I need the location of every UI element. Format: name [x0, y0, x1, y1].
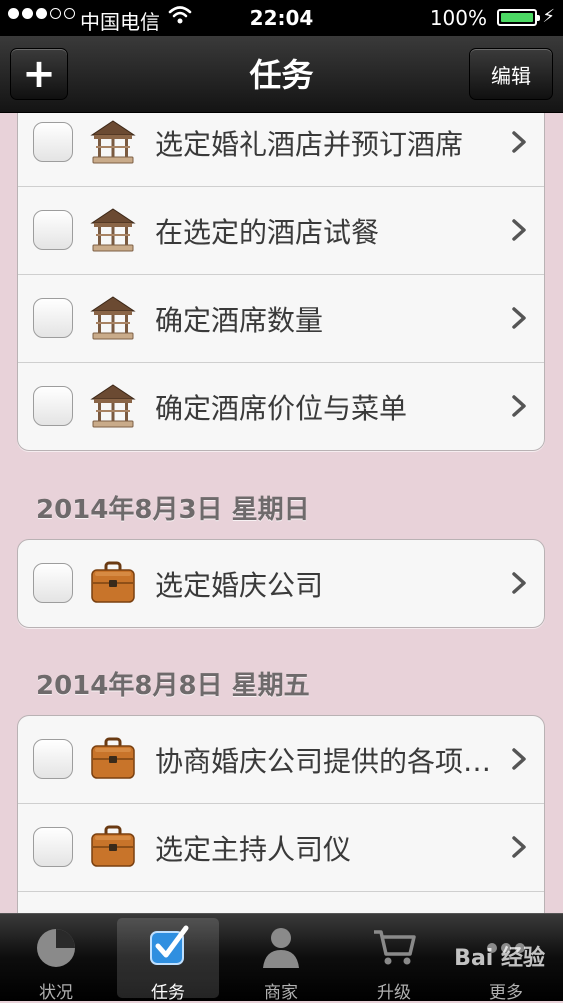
task-checkbox[interactable] — [33, 122, 73, 162]
tab-label: 升级 — [377, 983, 411, 1003]
pavilion-icon — [90, 383, 136, 429]
chevron-right-icon — [512, 307, 526, 329]
task-row[interactable]: 协商婚庆公司提供的各项服务 — [18, 716, 544, 804]
task-row[interactable]: 确定酒席价位与菜单 — [18, 363, 544, 451]
battery-icon — [497, 9, 540, 26]
chevron-right-icon — [512, 572, 526, 594]
chevron-right-icon — [512, 748, 526, 770]
task-row[interactable]: 在选定的酒店试餐 — [18, 187, 544, 275]
task-title: 选定主持人司仪 — [155, 833, 352, 866]
pavilion-icon — [90, 295, 136, 341]
task-group: 选定婚礼酒店并预订酒席 在选定的酒店试餐 确定酒席数量 确定酒席价位与菜单 — [17, 113, 545, 451]
pavilion-icon — [90, 207, 136, 253]
task-title: 在选定的酒店试餐 — [155, 216, 380, 249]
navigation-bar: + 任务 编辑 — [0, 36, 563, 113]
tab-merchants[interactable]: 商家 — [230, 918, 332, 1003]
task-checkbox[interactable] — [33, 739, 73, 779]
tab-label: 状况 — [39, 983, 73, 1003]
charging-icon: ⚡ — [542, 6, 555, 27]
briefcase-icon — [90, 824, 136, 870]
tab-label: 商家 — [264, 983, 298, 1003]
status-bar: 中国电信 22:04 100% ⚡ — [0, 0, 563, 36]
task-checkbox[interactable] — [33, 210, 73, 250]
task-title: 确定酒席价位与菜单 — [155, 392, 408, 425]
briefcase-icon — [90, 736, 136, 782]
task-checkbox[interactable] — [33, 563, 73, 603]
task-row[interactable]: 选定婚庆公司 — [18, 540, 544, 628]
briefcase-icon — [90, 560, 136, 606]
task-checkbox[interactable] — [33, 386, 73, 426]
pie-chart-icon — [37, 929, 75, 967]
task-list[interactable]: 选定婚礼酒店并预订酒席 在选定的酒店试餐 确定酒席数量 确定酒席价位与菜单 20… — [0, 113, 563, 913]
section-header-date: 2014年8月3日 星期日 — [36, 495, 310, 525]
watermark: Bai 经验 — [454, 946, 545, 971]
task-title: 选定婚庆公司 — [155, 569, 324, 602]
pavilion-icon — [90, 119, 136, 165]
task-group: 协商婚庆公司提供的各项服务 选定主持人司仪 — [17, 715, 545, 913]
tab-tasks[interactable]: 任务 — [117, 918, 219, 1003]
tab-label: 更多 — [489, 983, 523, 1003]
person-icon — [263, 928, 299, 968]
task-row[interactable]: 确定酒席数量 — [18, 275, 544, 363]
chevron-right-icon — [512, 395, 526, 417]
task-title: 选定婚礼酒店并预订酒席 — [155, 128, 464, 161]
edit-button[interactable]: 编辑 — [469, 48, 553, 100]
task-title: 协商婚庆公司提供的各项服务 — [155, 745, 500, 778]
tab-label: 任务 — [151, 983, 185, 1003]
chevron-right-icon — [512, 219, 526, 241]
task-group: 选定婚庆公司 — [17, 539, 545, 628]
checkbox-icon — [150, 925, 189, 965]
tab-upgrade[interactable]: 升级 — [343, 918, 445, 1003]
task-row[interactable]: 选定主持人司仪 — [18, 804, 544, 892]
tab-status[interactable]: 状况 — [5, 918, 107, 1003]
task-checkbox[interactable] — [33, 298, 73, 338]
chevron-right-icon — [512, 836, 526, 858]
cart-icon — [374, 930, 416, 965]
battery-percent: 100% — [429, 6, 487, 30]
chevron-right-icon — [512, 131, 526, 153]
section-header-date: 2014年8月8日 星期五 — [36, 671, 310, 701]
task-checkbox[interactable] — [33, 827, 73, 867]
task-title: 确定酒席数量 — [155, 304, 324, 337]
task-row[interactable]: 选定婚礼酒店并预订酒席 — [18, 113, 544, 187]
